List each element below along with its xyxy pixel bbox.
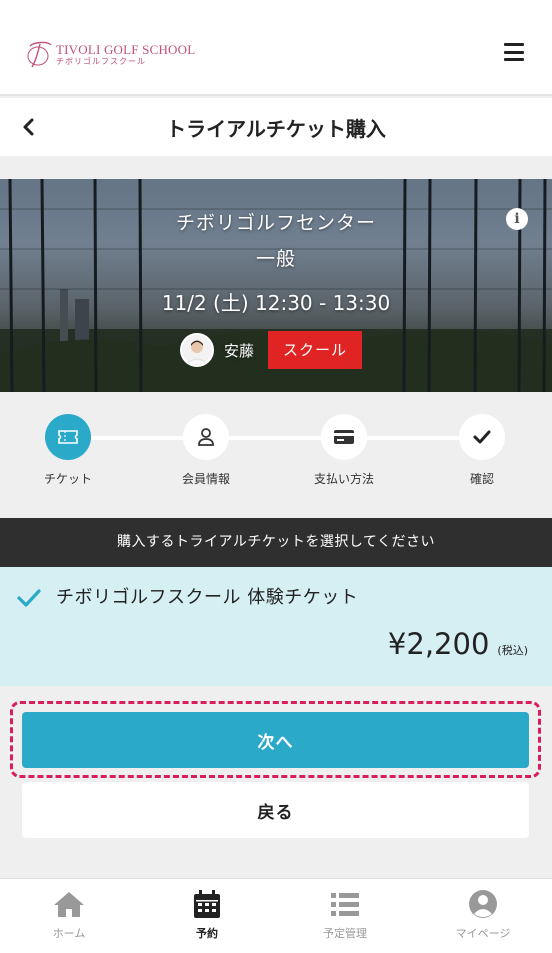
logo-text-jp: チボリゴルフスクール [56, 56, 146, 66]
step-label: 支払い方法 [313, 472, 374, 486]
step-label: 会員情報 [181, 472, 230, 486]
instructor-name: 安藤 [224, 341, 255, 360]
info-icon[interactable]: i [506, 208, 528, 230]
ticket-name: チボリゴルフスクール 体験チケット [56, 587, 359, 608]
page-title: トライアルチケット購入 [166, 117, 386, 141]
checkmark-icon [459, 414, 505, 460]
lesson-hero: チボリゴルフセンター 一般 11/2 (土) 12:30 - 13:30 i 安… [0, 179, 552, 392]
hamburger-menu-icon[interactable] [504, 43, 524, 61]
nav-item-schedule[interactable]: 予定管理 [276, 879, 414, 953]
person-icon [183, 414, 229, 460]
nav-label: 予定管理 [323, 927, 367, 940]
ticket-price-block: ¥2,200 (税込) [388, 627, 528, 661]
tax-note: (税込) [497, 644, 528, 657]
school-badge: スクール [268, 331, 363, 369]
nav-label: マイページ [455, 927, 511, 940]
logo[interactable]: TIVOLI GOLF SCHOOL チボリゴルフスクール [24, 38, 195, 70]
nav-item-home[interactable]: ホーム [0, 879, 138, 953]
progress-steps: チケット 会員情報 支払い方法 確認 [0, 392, 552, 518]
nav-item-reservation[interactable]: 予約 [138, 879, 276, 953]
nav-item-mypage[interactable]: マイページ [414, 879, 552, 953]
logo-mark-icon [27, 41, 52, 68]
lesson-datetime: 11/2 (土) 12:30 - 13:30 [161, 291, 391, 315]
instruction-banner: 購入するトライアルチケットを選択してください [0, 518, 552, 567]
logo-text-en: TIVOLI GOLF SCHOOL [56, 41, 196, 57]
app-header: TIVOLI GOLF SCHOOL チボリゴルフスクール [0, 0, 552, 96]
title-bar: トライアルチケット購入 [0, 98, 552, 156]
home-icon [0, 889, 138, 919]
step-payment: 支払い方法 [299, 414, 389, 487]
instructor-avatar [180, 333, 214, 367]
step-ticket: チケット [23, 414, 113, 487]
ticket-option[interactable]: チボリゴルフスクール 体験チケット ¥2,200 (税込) [0, 567, 552, 686]
step-member-info: 会員情報 [161, 414, 251, 487]
next-button[interactable]: 次へ [22, 712, 529, 768]
list-icon [276, 889, 414, 919]
steps-connector [70, 436, 482, 440]
step-label: チケット [43, 472, 92, 486]
nav-label: ホーム [52, 927, 86, 940]
ticket-icon [45, 414, 91, 460]
nav-label: 予約 [196, 927, 218, 940]
selected-check-icon [17, 589, 41, 607]
lesson-category: 一般 [255, 248, 296, 270]
ticket-price: ¥2,200 [387, 627, 490, 661]
step-confirm: 確認 [437, 414, 527, 487]
calendar-icon [138, 889, 276, 919]
step-label: 確認 [469, 472, 494, 486]
user-circle-icon [414, 889, 552, 919]
bottom-nav: ホーム 予約 予定管理 マイページ [0, 878, 552, 953]
venue-name: チボリゴルフセンター [175, 212, 376, 234]
instructor-info: 安藤 スクール [180, 331, 363, 369]
back-button[interactable]: 戻る [22, 782, 529, 838]
credit-card-icon [321, 414, 367, 460]
